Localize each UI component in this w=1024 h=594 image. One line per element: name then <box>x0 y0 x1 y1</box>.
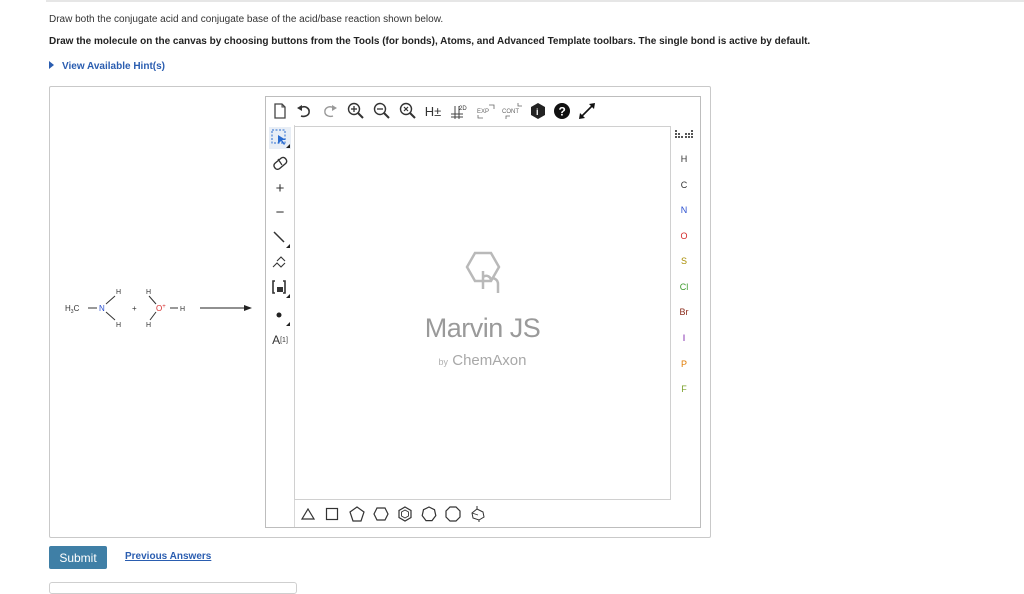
methyl-c: C <box>74 304 80 313</box>
octagon-template-icon[interactable] <box>443 505 463 523</box>
top-divider <box>46 0 1024 2</box>
o-h-bond-bottom <box>149 311 157 321</box>
nitrogen-atom: N <box>99 304 105 313</box>
atom-f-button[interactable]: F <box>669 384 699 394</box>
atom-s-button[interactable]: S <box>669 256 699 266</box>
marvin-byline: by ChemAxon <box>295 352 670 369</box>
atom-cl-button[interactable]: Cl <box>669 282 699 292</box>
atom-o-button[interactable]: O <box>669 231 699 241</box>
o-h-right: H <box>180 306 185 313</box>
n-h-top: H <box>116 289 121 296</box>
previous-answers-link[interactable]: Previous Answers <box>125 551 211 562</box>
marvin-title: Marvin JS <box>424 313 541 343</box>
heptagon-template-icon[interactable] <box>419 505 439 523</box>
atom-map-label: A <box>272 333 281 347</box>
zoom-in-icon[interactable] <box>346 101 366 121</box>
submit-button[interactable]: Submit <box>49 546 107 569</box>
expand-triangle-icon <box>49 61 54 69</box>
atom-h-button[interactable]: H <box>669 154 699 164</box>
redo-icon[interactable] <box>320 101 340 121</box>
atom-br-button[interactable]: Br <box>669 307 699 317</box>
marvin-logo-icon <box>453 249 513 301</box>
drawing-canvas[interactable]: Marvin JS by ChemAxon <box>294 126 671 500</box>
left-toolbar: + − A [1] <box>266 125 295 527</box>
erase-icon[interactable] <box>269 152 291 174</box>
benzene-template-icon[interactable] <box>395 505 415 523</box>
zoom-out-icon[interactable] <box>372 101 392 121</box>
o-h-bottom: H <box>146 322 151 329</box>
oxygen-charge: + <box>162 304 166 310</box>
atoms-toolbar: H C N O S Cl Br I P F <box>669 125 699 497</box>
single-bond-icon[interactable] <box>269 227 291 249</box>
atom-map-superscript: [1] <box>280 336 288 344</box>
triangle-template-icon[interactable] <box>298 505 318 523</box>
templates-toolbar <box>294 500 669 527</box>
increase-charge-icon[interactable]: + <box>269 177 291 199</box>
clean-2d-icon[interactable]: 2D <box>448 101 470 121</box>
view-hints-link[interactable]: View Available Hint(s) <box>49 61 165 72</box>
n-h-bottom: H <box>116 322 121 329</box>
svg-text:i: i <box>536 107 539 117</box>
select-icon[interactable] <box>269 127 291 149</box>
next-section-box <box>49 582 297 594</box>
chain-icon[interactable] <box>269 251 291 273</box>
n-h-bond-top <box>105 295 116 305</box>
bracket-icon[interactable] <box>269 277 291 299</box>
square-template-icon[interactable] <box>322 505 342 523</box>
help-icon[interactable]: ? <box>552 101 572 121</box>
reaction-plus: + <box>132 304 137 313</box>
atom-map-icon[interactable]: A [1] <box>269 329 291 351</box>
atom-n-button[interactable]: N <box>669 205 699 215</box>
top-toolbar: H± 2D EXP CONT i ? <box>266 97 700 125</box>
pentagon-template-icon[interactable] <box>347 505 367 523</box>
decrease-charge-icon[interactable]: − <box>269 201 291 223</box>
contract-icon[interactable]: CONT <box>500 101 526 121</box>
svg-text:CONT: CONT <box>502 109 519 115</box>
svg-text:2D: 2D <box>459 106 467 112</box>
clean-icon[interactable] <box>398 101 418 121</box>
reaction-arrow-head <box>244 305 252 311</box>
reaction-svg: H3C N H H + H O+ H H <box>65 289 252 329</box>
byline-brand: ChemAxon <box>452 352 527 369</box>
question-instruction: Draw both the conjugate acid and conjuga… <box>49 14 444 25</box>
atom-p-button[interactable]: P <box>669 359 699 369</box>
periodic-table-icon[interactable] <box>672 127 696 143</box>
svg-text:EXP: EXP <box>477 109 489 115</box>
info-icon[interactable]: i <box>528 101 548 121</box>
n-h-bond-bottom <box>105 311 116 321</box>
cyclohexane-chair-template-icon[interactable] <box>467 504 489 524</box>
fullscreen-icon[interactable] <box>576 101 598 121</box>
marvin-editor: H± 2D EXP CONT i ? + − A [1] Marvin JS b… <box>265 96 701 528</box>
reaction-diagram: H3C N H H + H O+ H H <box>60 280 260 340</box>
radical-icon[interactable] <box>269 305 291 327</box>
undo-icon[interactable] <box>294 101 314 121</box>
oxygen-atom: O+ <box>156 304 166 313</box>
methyl-group: H3C <box>65 304 80 315</box>
byline-by: by <box>438 357 449 367</box>
hexagon-template-icon[interactable] <box>371 505 391 523</box>
new-document-icon[interactable] <box>270 101 290 121</box>
expand-icon[interactable]: EXP <box>474 101 498 121</box>
o-h-top: H <box>146 289 151 296</box>
atom-i-button[interactable]: I <box>669 333 699 343</box>
o-h-bond-top <box>148 295 157 305</box>
svg-text:?: ? <box>559 105 566 119</box>
hydrogens-icon[interactable]: H± <box>422 101 444 121</box>
view-hints-label: View Available Hint(s) <box>62 61 165 72</box>
question-directions: Draw the molecule on the canvas by choos… <box>49 36 811 47</box>
atom-c-button[interactable]: C <box>669 180 699 190</box>
